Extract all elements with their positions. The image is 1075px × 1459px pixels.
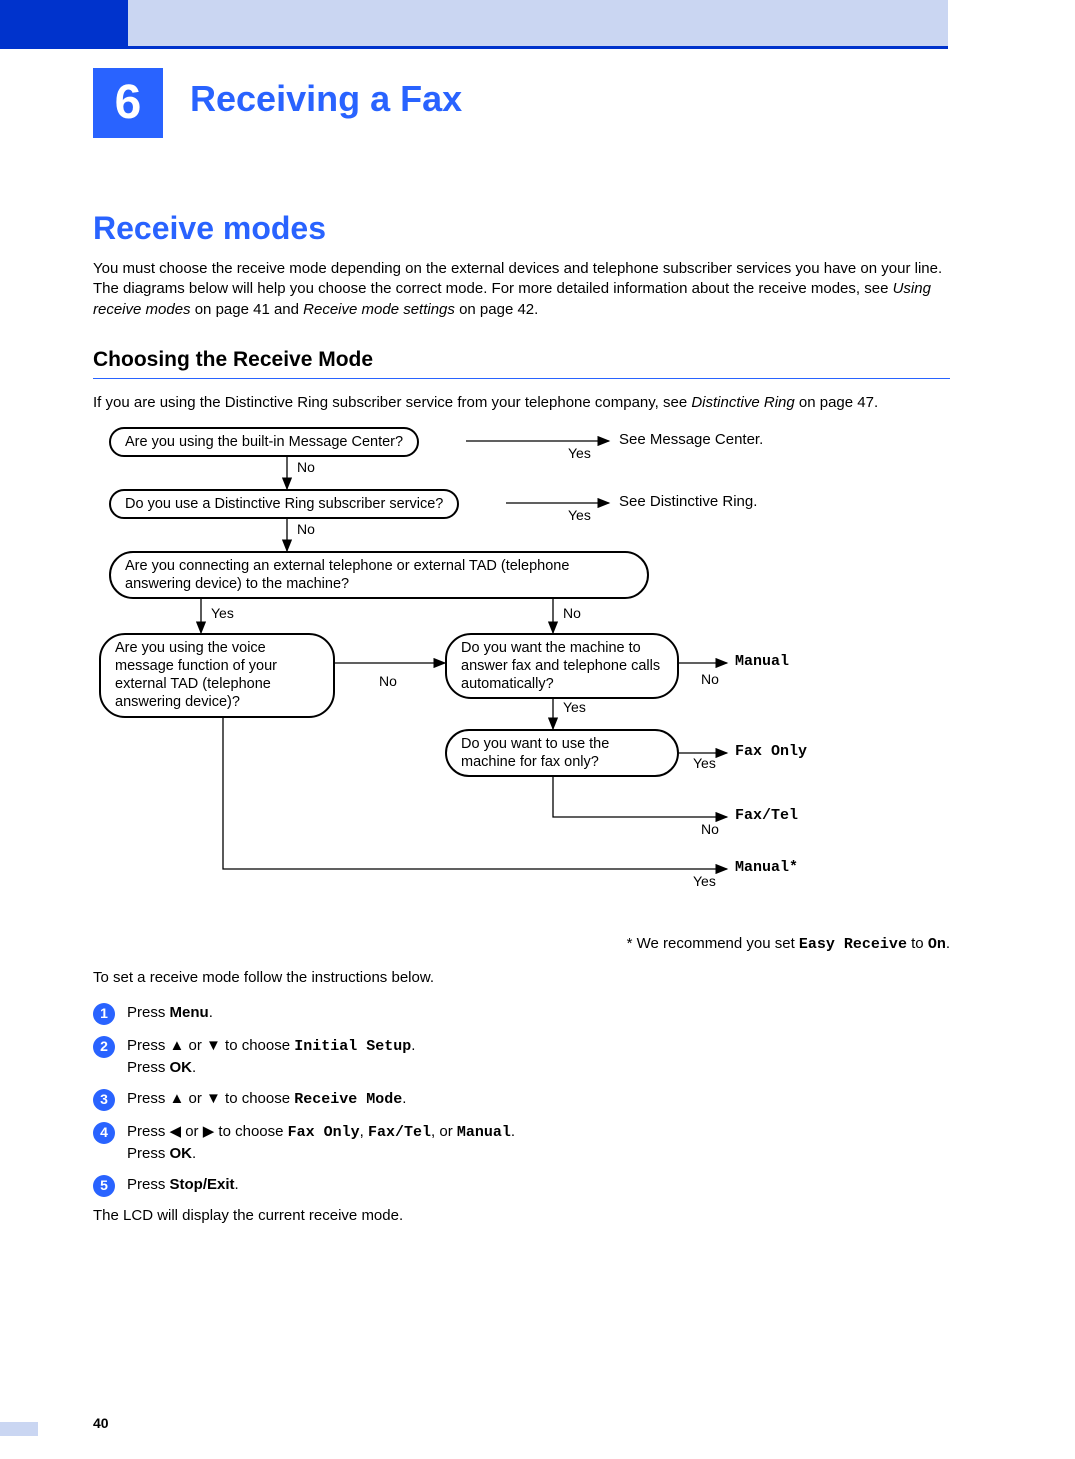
- section-heading: Receive modes: [93, 210, 950, 247]
- flowchart-r6: Manual*: [735, 859, 798, 876]
- distinctive-ring-note: If you are using the Distinctive Ring su…: [93, 393, 950, 413]
- chapter-title: Receiving a Fax: [190, 78, 462, 120]
- t: Initial Setup: [294, 1038, 411, 1055]
- intro-text-a: You must choose the receive mode dependi…: [93, 260, 942, 297]
- t: .: [192, 1059, 196, 1076]
- t: Menu: [170, 1004, 209, 1021]
- step-text: Press ▲ or ▼ to choose Initial Setup. Pr…: [127, 1035, 415, 1078]
- yes-label: Yes: [563, 699, 586, 715]
- t: Receive Mode: [294, 1091, 402, 1108]
- flowchart-r1: See Message Center.: [619, 431, 763, 448]
- header-blue-block: [0, 0, 128, 46]
- step-1: 1 Press Menu.: [93, 1002, 950, 1025]
- flowchart-q6: Do you want to use the machine for fax o…: [445, 729, 679, 777]
- dist-text-b: on page 47.: [795, 394, 878, 411]
- fn-c: .: [946, 935, 950, 952]
- flowchart-diagram: Are you using the built-in Message Cente…: [93, 427, 950, 927]
- no-label: No: [701, 821, 719, 837]
- t: OK: [170, 1145, 193, 1162]
- step-badge-3: 3: [93, 1089, 115, 1111]
- step-text: Press ▲ or ▼ to choose Receive Mode.: [127, 1088, 406, 1111]
- yes-label: Yes: [568, 507, 591, 523]
- content-area: Receive modes You must choose the receiv…: [93, 210, 950, 1224]
- fn-b: to: [907, 935, 928, 952]
- flowchart-r2: See Distinctive Ring.: [619, 493, 757, 510]
- flowchart-r4: Fax Only: [735, 743, 807, 760]
- yes-label: Yes: [211, 605, 234, 621]
- intro-paragraph: You must choose the receive mode dependi…: [93, 259, 950, 320]
- flowchart-q5: Do you want the machine to answer fax an…: [445, 633, 679, 699]
- page-number: 40: [93, 1415, 109, 1431]
- step-text: Press ◀ or ▶ to choose Fax Only, Fax/Tel…: [127, 1121, 515, 1164]
- fn-m2: On: [928, 936, 946, 953]
- subsection-rule: [93, 378, 950, 379]
- intro-text-b: on page 41 and: [191, 301, 304, 318]
- step-5: 5 Press Stop/Exit.: [93, 1174, 950, 1197]
- t: Press ▲ or ▼ to choose: [127, 1090, 294, 1107]
- no-label: No: [701, 671, 719, 687]
- step-3: 3 Press ▲ or ▼ to choose Receive Mode.: [93, 1088, 950, 1111]
- flowchart-r3: Manual: [735, 653, 789, 670]
- step-badge-4: 4: [93, 1122, 115, 1144]
- subsection-heading: Choosing the Receive Mode: [93, 348, 950, 372]
- step-text: Press Stop/Exit.: [127, 1174, 239, 1197]
- t: , or: [431, 1123, 457, 1140]
- no-label: No: [379, 673, 397, 689]
- page-edge-tab: [0, 1422, 38, 1436]
- t: .: [192, 1145, 196, 1162]
- t: ,: [360, 1123, 368, 1140]
- flowchart-r5: Fax/Tel: [735, 807, 798, 824]
- step-badge-5: 5: [93, 1175, 115, 1197]
- t: Fax Only: [288, 1124, 360, 1141]
- t: .: [411, 1037, 415, 1054]
- t: Press: [127, 1145, 170, 1162]
- yes-label: Yes: [568, 445, 591, 461]
- t: Fax/Tel: [368, 1124, 431, 1141]
- flowchart-q3: Are you connecting an external telephone…: [109, 551, 649, 599]
- t: .: [235, 1176, 239, 1193]
- flowchart-q2: Do you use a Distinctive Ring subscriber…: [109, 489, 459, 519]
- t: Press ▲ or ▼ to choose: [127, 1037, 294, 1054]
- header-rule: [0, 46, 948, 49]
- t: Manual: [457, 1124, 511, 1141]
- t: .: [402, 1090, 406, 1107]
- t: Press: [127, 1059, 170, 1076]
- t: .: [511, 1123, 515, 1140]
- fn-m1: Easy Receive: [799, 936, 907, 953]
- no-label: No: [297, 459, 315, 475]
- dist-italic: Distinctive Ring: [691, 394, 794, 411]
- t: OK: [170, 1059, 193, 1076]
- t: Press: [127, 1176, 170, 1193]
- header-light-block: [128, 0, 948, 46]
- t: .: [209, 1004, 213, 1021]
- step-badge-2: 2: [93, 1036, 115, 1058]
- step-badge-1: 1: [93, 1003, 115, 1025]
- flowchart-q1: Are you using the built-in Message Cente…: [109, 427, 419, 457]
- intro-text-c: on page 42.: [455, 301, 538, 318]
- step-2: 2 Press ▲ or ▼ to choose Initial Setup. …: [93, 1035, 950, 1078]
- step-4: 4 Press ◀ or ▶ to choose Fax Only, Fax/T…: [93, 1121, 950, 1164]
- yes-label: Yes: [693, 755, 716, 771]
- t: Press ◀ or ▶ to choose: [127, 1123, 288, 1140]
- closing-line: The LCD will display the current receive…: [93, 1207, 950, 1224]
- t: Stop/Exit: [170, 1176, 235, 1193]
- fn-a: * We recommend you set: [627, 935, 799, 952]
- instructions-line: To set a receive mode follow the instruc…: [93, 969, 950, 986]
- chapter-number-badge: 6: [93, 68, 163, 138]
- no-label: No: [297, 521, 315, 537]
- step-list: 1 Press Menu. 2 Press ▲ or ▼ to choose I…: [93, 1002, 950, 1197]
- no-label: No: [563, 605, 581, 621]
- step-text: Press Menu.: [127, 1002, 213, 1025]
- flowchart-q4: Are you using the voice message function…: [99, 633, 335, 718]
- dist-text-a: If you are using the Distinctive Ring su…: [93, 394, 691, 411]
- t: Press: [127, 1004, 170, 1021]
- yes-label: Yes: [693, 873, 716, 889]
- intro-italic-2: Receive mode settings: [303, 301, 455, 318]
- flowchart-footnote: * We recommend you set Easy Receive to O…: [411, 935, 950, 953]
